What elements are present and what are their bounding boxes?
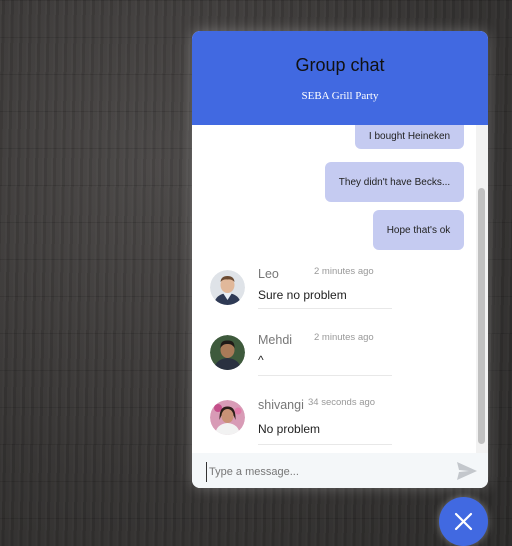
chat-window: Group chat SEBA Grill Party I bought Hei… [192,31,488,488]
message-scrollbar[interactable] [476,125,488,453]
message-text: Sure no problem [258,288,347,302]
message-divider [258,375,392,376]
outgoing-message-text: Hope that's ok [386,224,451,236]
avatar-shivangi [210,400,245,435]
sender-name: Mehdi [258,333,293,347]
message-time: 2 minutes ago [314,266,374,277]
message-divider [258,308,392,309]
avatar-mehdi [210,335,245,370]
scrollbar-thumb[interactable] [478,188,485,444]
outgoing-message: Hope that's ok [373,210,464,250]
sender-name: Leo [258,267,279,281]
incoming-message: Leo 2 minutes ago Sure no problem [192,263,488,329]
close-icon [454,512,473,531]
message-composer [192,453,488,488]
message-time: 2 minutes ago [314,332,374,343]
message-list[interactable]: I bought Heineken They didn't have Becks… [192,125,488,453]
outgoing-message-text: I bought Heineken [368,130,451,142]
message-divider [258,444,392,445]
close-chat-button[interactable] [439,497,488,546]
incoming-message: shivangi 34 seconds ago No problem [192,394,488,453]
chat-title: Group chat [295,55,385,75]
send-icon[interactable] [456,461,478,481]
message-text: No problem [258,422,321,436]
chat-subtitle: SEBA Grill Party [301,90,379,102]
outgoing-message: I bought Heineken [355,125,464,149]
outgoing-message: They didn't have Becks... [325,162,464,202]
incoming-message: Mehdi 2 minutes ago ^ [192,329,488,395]
avatar-leo [210,270,245,305]
outgoing-message-text: They didn't have Becks... [338,176,451,188]
message-time: 34 seconds ago [308,397,376,408]
chat-header: Group chat SEBA Grill Party [192,31,488,125]
message-text: ^ [258,353,264,367]
sender-name: shivangi [258,398,304,412]
message-input[interactable] [206,462,451,482]
